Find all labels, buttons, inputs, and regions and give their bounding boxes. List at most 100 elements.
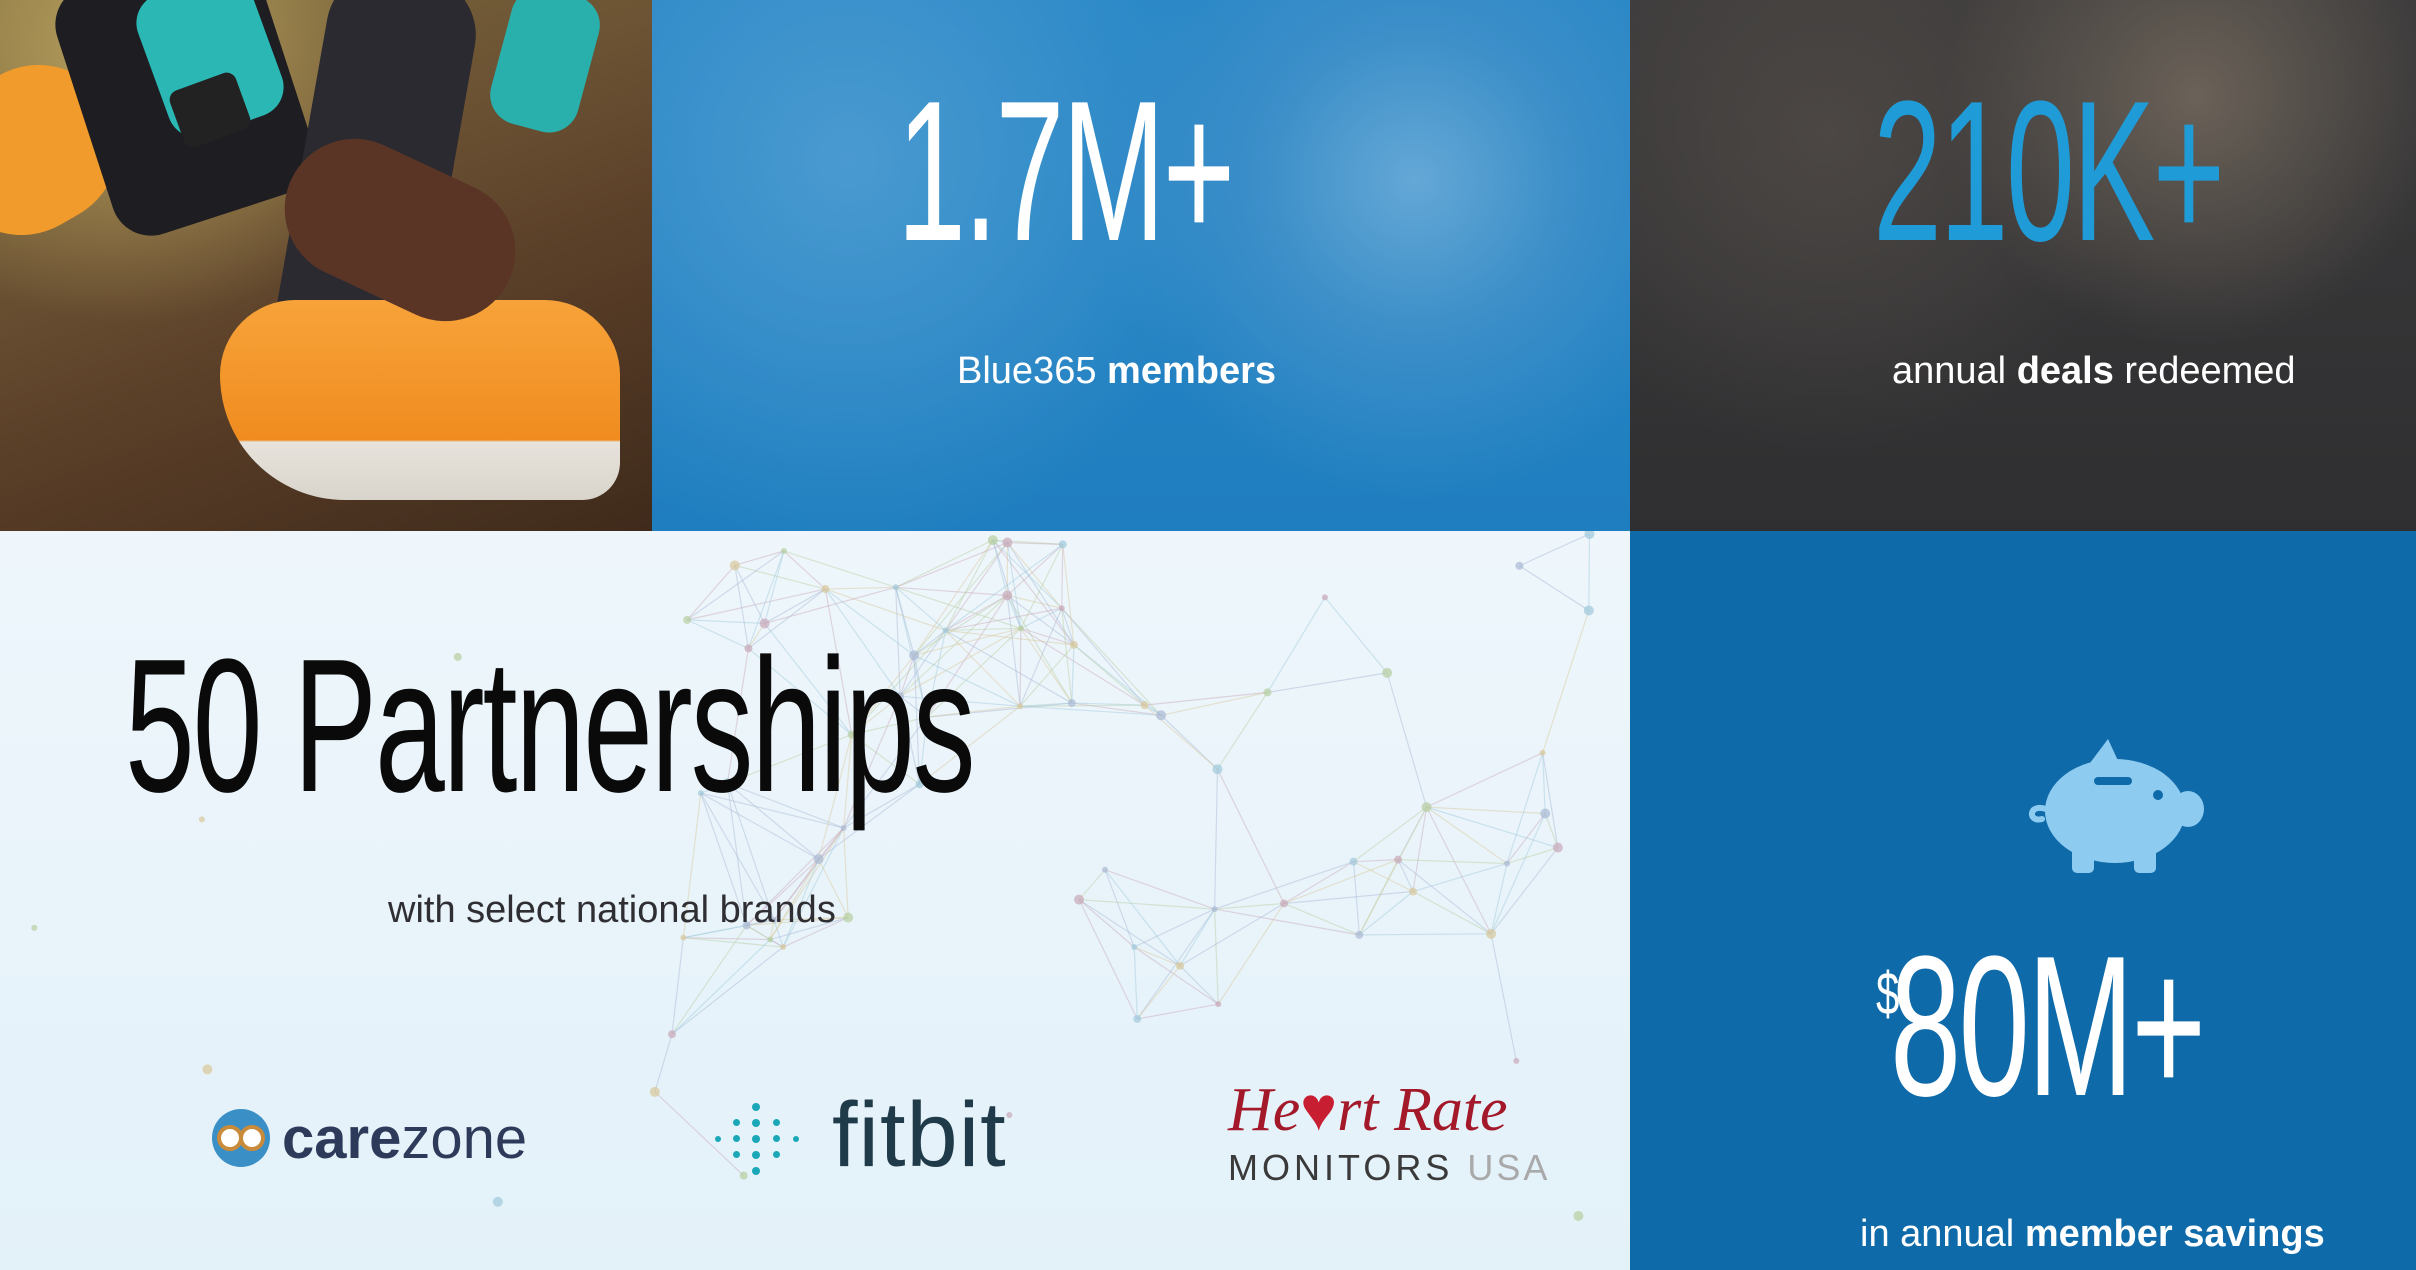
network-line (1133, 946, 1138, 1020)
fitbit-dot (752, 1150, 760, 1159)
fitbit-dot (752, 1118, 760, 1127)
network-node (1394, 855, 1403, 864)
network-node (1017, 703, 1024, 710)
network-line (1104, 869, 1181, 967)
network-node (1584, 531, 1595, 539)
network-node (1176, 961, 1185, 970)
network-line (1324, 596, 1388, 674)
network-line (1019, 628, 1022, 707)
fitbit-dot (752, 1166, 760, 1175)
network-line (1397, 859, 1414, 892)
network-line (686, 564, 736, 621)
deals-tile: 210K+ annual deals redeemed (1630, 0, 2416, 531)
network-line (1079, 899, 1215, 910)
network-node (492, 1196, 503, 1207)
network-line (1412, 862, 1508, 893)
fitbit-dot (772, 1135, 780, 1142)
network-line (1283, 890, 1414, 905)
network-node (729, 560, 740, 571)
network-node (767, 936, 774, 943)
network-node (780, 548, 787, 555)
network-node (1408, 887, 1417, 896)
network-node (1349, 857, 1358, 866)
owl-icon (212, 1109, 270, 1167)
fitbit-dot (752, 1134, 760, 1143)
fitbit-wordmark: fitbit (832, 1084, 1007, 1186)
runner-sleeve-right (483, 0, 607, 140)
carezone-logo: carezone (212, 1103, 527, 1173)
network-line (1398, 859, 1508, 865)
network-line (825, 586, 896, 590)
network-node (1280, 899, 1289, 908)
heart-rate-monitors-logo: He♥rt Rate MONITORS USA (1228, 1079, 1558, 1189)
network-node (1552, 842, 1563, 853)
network-line (1071, 644, 1075, 704)
network-line (764, 550, 785, 624)
network-line (1019, 644, 1075, 707)
savings-stat: 80M+ (1890, 915, 2206, 1138)
network-node (1486, 928, 1497, 939)
network-line (1506, 847, 1559, 865)
network-node (987, 535, 998, 546)
network-line (1020, 627, 1073, 704)
network-line (1358, 891, 1414, 936)
deals-caption-prefix: annual (1892, 350, 2007, 392)
network-line (1020, 607, 1063, 629)
network-line (895, 539, 994, 588)
network-line (783, 550, 896, 588)
network-line (1144, 704, 1218, 770)
network-line (1426, 752, 1543, 808)
hrm-line2: MONITORS USA (1228, 1147, 1551, 1188)
deals-caption-bold: deals (2016, 350, 2114, 392)
network-line (1490, 933, 1517, 1061)
deals-caption: annual deals redeemed (1892, 350, 2296, 393)
network-line (1544, 813, 1559, 848)
network-node (821, 585, 830, 594)
fitbit-dots-icon (712, 1087, 810, 1185)
network-node (1211, 906, 1218, 913)
network-node (667, 1030, 676, 1039)
network-line (1519, 565, 1590, 611)
network-line (1506, 752, 1544, 864)
fitbit-dot (732, 1151, 740, 1158)
network-line (1214, 769, 1219, 910)
network-line (1353, 859, 1399, 863)
network-node (1212, 764, 1223, 775)
partnerships-tile: 50 Partnerships with select national bra… (0, 531, 1630, 1270)
network-node (1140, 701, 1149, 710)
network-node (1263, 688, 1272, 697)
network-line (1020, 544, 1064, 629)
savings-caption-prefix: in annual (1860, 1213, 2015, 1255)
savings-caption: in annual member savings (1860, 1213, 2325, 1256)
network-node (1058, 605, 1065, 612)
network-line (1542, 610, 1590, 754)
network-line (1358, 859, 1399, 936)
network-node (892, 584, 899, 591)
runner-photo (0, 0, 652, 531)
network-line (1426, 806, 1492, 935)
network-line (1588, 533, 1591, 611)
network-line (1266, 597, 1326, 693)
network-line (1078, 899, 1135, 948)
members-stat: 1.7M+ (897, 60, 1235, 283)
network-node (1058, 540, 1067, 549)
network-line (1073, 644, 1145, 706)
network-line (764, 588, 826, 624)
network-line (671, 946, 784, 1035)
network-line (1386, 672, 1428, 808)
members-caption: Blue365 members (957, 350, 1276, 393)
network-line (1359, 933, 1492, 936)
network-node (680, 934, 687, 941)
network-line (895, 586, 1008, 597)
members-caption-prefix: Blue365 (957, 350, 1097, 392)
network-node (1573, 1210, 1584, 1221)
network-node (1504, 860, 1511, 867)
network-node (1156, 710, 1167, 721)
network-line (1179, 902, 1285, 967)
network-line (1412, 890, 1492, 935)
network-node (1069, 640, 1078, 649)
fitbit-logo: fitbit (712, 1083, 1007, 1188)
members-tile: 1.7M+ Blue365 members (652, 0, 1630, 531)
network-node (1540, 808, 1551, 819)
network-line (1267, 672, 1388, 693)
